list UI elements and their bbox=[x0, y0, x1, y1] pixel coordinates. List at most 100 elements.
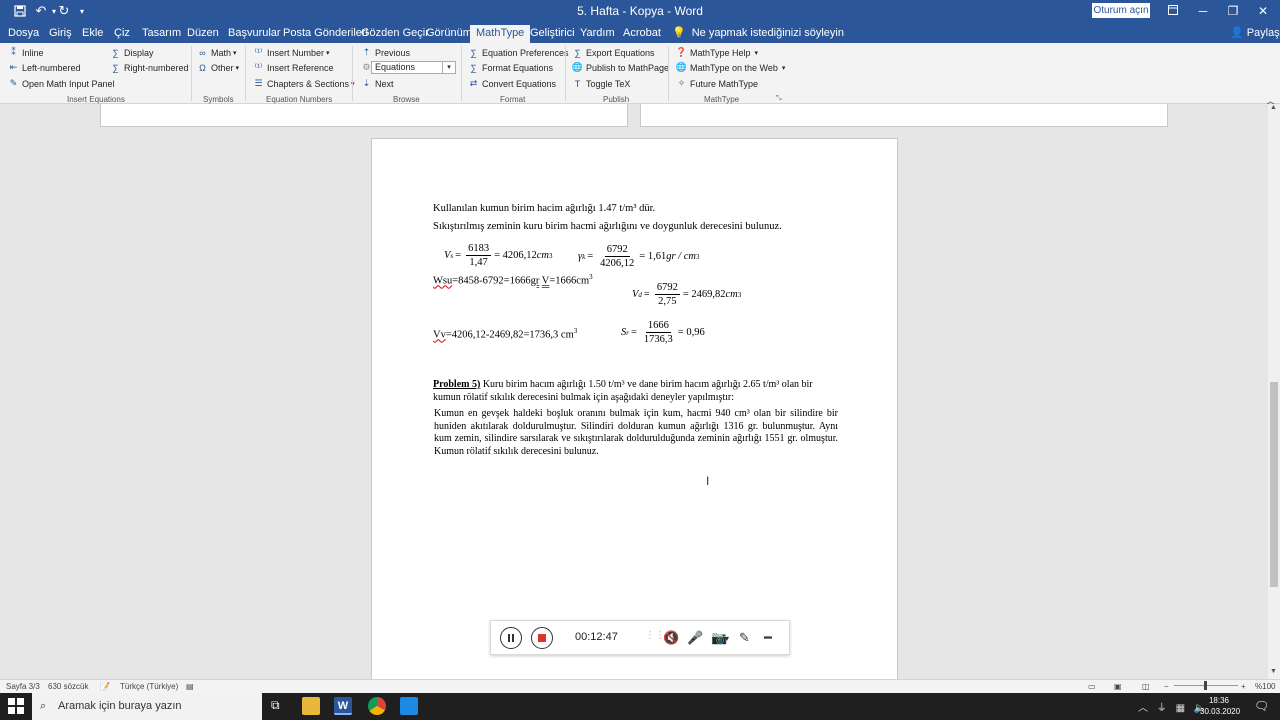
insert-number-dropdown[interactable]: ⁽¹⁾ Insert Number ▾ bbox=[253, 46, 330, 59]
taskbar-search-input[interactable]: ⌕ Aramak için buraya yazın bbox=[32, 693, 262, 720]
sign-in-button[interactable]: Oturum açın bbox=[1092, 3, 1150, 18]
open-math-input-panel-button[interactable]: ✎ Open Math Input Panel bbox=[8, 77, 115, 90]
usb-icon[interactable]: ⏚ bbox=[1157, 703, 1167, 714]
export-equations-button[interactable]: ∑ Export Equations bbox=[572, 46, 654, 59]
taskbar-clock[interactable]: 18:36 30.03.2020 bbox=[1200, 695, 1240, 717]
web-layout-icon[interactable]: ◫ bbox=[1142, 682, 1150, 691]
tray-expand-icon[interactable]: ︿ bbox=[1138, 703, 1148, 714]
eq-vd-numerator: 6792 bbox=[654, 282, 680, 295]
system-tray: ︿ ⏚ ▦ 🔈 bbox=[1138, 699, 1206, 714]
scroll-down-icon[interactable]: ▼ bbox=[1270, 668, 1277, 675]
scrollbar-thumb[interactable] bbox=[1270, 382, 1278, 587]
drag-handle-icon[interactable]: ⋮⋮ bbox=[645, 630, 665, 641]
page-count[interactable]: Sayfa 3/3 bbox=[6, 682, 40, 691]
screen-recorder-app-icon[interactable] bbox=[400, 697, 418, 715]
eq-vs-numerator: 6183 bbox=[466, 243, 492, 256]
zoom-in-icon[interactable]: + bbox=[1241, 682, 1246, 691]
toggle-tex-button[interactable]: T Toggle TeX bbox=[572, 77, 631, 90]
language-indicator[interactable]: Türkçe (Türkiye) bbox=[120, 682, 178, 691]
proofing-icon[interactable]: 📝 bbox=[100, 682, 110, 691]
chevron-down-icon: ▾ bbox=[235, 64, 240, 72]
task-view-icon[interactable]: ⧉ bbox=[271, 698, 280, 713]
tab-dosya[interactable]: Dosya bbox=[2, 25, 45, 43]
vv-power: 3 bbox=[573, 327, 578, 335]
file-explorer-icon[interactable] bbox=[302, 697, 320, 715]
other-symbols-dropdown[interactable]: Ω Other ▾ bbox=[197, 61, 239, 74]
vertical-scrollbar[interactable]: ▲ ▼ bbox=[1268, 104, 1280, 679]
math-symbols-dropdown[interactable]: ∞ Math ▾ bbox=[197, 46, 236, 59]
chevron-down-icon[interactable]: ▾ bbox=[442, 62, 455, 73]
minimize-recorder-icon[interactable]: ━ bbox=[764, 630, 772, 646]
close-icon[interactable]: ✕ bbox=[1252, 2, 1274, 20]
document-page[interactable]: Kullanılan kumun birim hacim ağırlığı 1.… bbox=[371, 138, 898, 679]
tab-tasarim[interactable]: Tasarım bbox=[136, 25, 187, 43]
format-equations-button[interactable]: ∑ Format Equations bbox=[468, 61, 553, 74]
display-button[interactable]: ∑ Display bbox=[110, 46, 153, 59]
future-mathtype-button[interactable]: ✧ Future MathType bbox=[676, 77, 758, 90]
chrome-icon[interactable] bbox=[368, 697, 386, 715]
tab-ekle[interactable]: Ekle bbox=[76, 25, 109, 43]
print-layout-icon[interactable]: ▣ bbox=[1114, 682, 1122, 691]
notifications-icon[interactable]: 🗨 bbox=[1254, 699, 1269, 713]
tab-mathtype[interactable]: MathType bbox=[470, 25, 531, 43]
convert-equations-button[interactable]: ⇄ Convert Equations bbox=[468, 77, 556, 90]
inline-button[interactable]: ⁑ Inline bbox=[8, 46, 43, 59]
read-mode-icon[interactable]: ▭ bbox=[1088, 682, 1096, 691]
previous-button[interactable]: ⇡ Previous bbox=[361, 46, 410, 59]
eq-gk-result: = 1,61 bbox=[639, 251, 667, 262]
equation-preferences-button[interactable]: ∑ Equation Preferences bbox=[468, 46, 568, 59]
next-button[interactable]: ⇣ Next bbox=[361, 77, 394, 90]
equation-vs[interactable]: Vs = 6183 1,47 = 4206,12 cm 3 bbox=[444, 242, 553, 269]
share-button[interactable]: 👤 Paylaş bbox=[1230, 26, 1280, 39]
tell-me-search[interactable]: 💡 Ne yapmak istediğinizi söyleyin bbox=[672, 26, 844, 39]
stop-recording-button[interactable] bbox=[531, 627, 553, 649]
pause-button[interactable] bbox=[500, 627, 522, 649]
math-input-icon: ✎ bbox=[9, 78, 18, 88]
right-numbered-label: Right-numbered bbox=[124, 62, 189, 73]
speaker-muted-icon[interactable]: 🔇 bbox=[663, 630, 679, 646]
tab-ciz[interactable]: Çiz bbox=[108, 25, 136, 43]
macro-recording-icon[interactable]: ▤ bbox=[186, 682, 194, 691]
tab-yardim[interactable]: Yardım bbox=[574, 25, 621, 43]
mathtype-help-dropdown[interactable]: ❓ MathType Help ▾ bbox=[676, 46, 758, 59]
ribbon-display-options-icon[interactable] bbox=[1162, 2, 1184, 20]
equation-sr[interactable]: Sr = 1666 1736,3 = 0,96 bbox=[621, 319, 705, 346]
zoom-slider-thumb[interactable] bbox=[1204, 681, 1207, 690]
word-app-icon[interactable]: W bbox=[334, 697, 352, 715]
chapters-sections-dropdown[interactable]: ☰Chapters & Sections▾ bbox=[253, 77, 354, 90]
equation-vd[interactable]: Vd = 6792 2,75 = 2469,82 cm 3 bbox=[632, 281, 741, 308]
omega-icon: Ω bbox=[199, 62, 206, 73]
publish-mathpage-button[interactable]: 🌐 Publish to MathPage bbox=[572, 61, 669, 74]
screen-recorder-toolbar: 00:12:47 ⋮⋮ 🔇 🎤 📷 ▾ ✎ ━ bbox=[490, 620, 790, 655]
chevron-down-icon[interactable]: ▾ bbox=[725, 634, 729, 643]
zoom-level[interactable]: %100 bbox=[1255, 682, 1275, 691]
tab-gelistirici[interactable]: Geliştirici bbox=[524, 25, 581, 43]
mathtype-on-web-dropdown[interactable]: 🌐 MathType on the Web ▾ bbox=[676, 61, 786, 74]
chapters-sections-label: Chapters & Sections bbox=[267, 78, 350, 89]
pen-annotation-icon[interactable]: ✎ bbox=[739, 630, 750, 646]
windows-start-icon[interactable] bbox=[8, 698, 24, 717]
insert-reference-button[interactable]: ⁽¹⁾ Insert Reference bbox=[253, 61, 334, 74]
window-title: 5. Hafta - Kopya - Word bbox=[577, 4, 703, 18]
left-numbered-button[interactable]: ⇤ Left-numbered bbox=[8, 61, 81, 74]
word-count[interactable]: 630 sözcük bbox=[48, 682, 88, 691]
browse-type-select[interactable]: Equations ▾ bbox=[371, 61, 456, 74]
equation-gamma-k[interactable]: γk = 6792 4206,12 = 1,61 gr / cm 3 bbox=[578, 243, 699, 270]
minimize-icon[interactable]: ─ bbox=[1192, 2, 1214, 20]
wsu-unit: gr bbox=[530, 275, 540, 287]
doc-line-wsu: Wsu=8458-6792=1666gr V=1666cm3 bbox=[433, 273, 593, 287]
tab-giris[interactable]: Giriş bbox=[43, 25, 78, 43]
tab-acrobat[interactable]: Acrobat bbox=[617, 25, 667, 43]
title-bar: ↶ ▾ ↻ ▾ 5. Hafta - Kopya - Word Oturum a… bbox=[0, 0, 1280, 22]
restore-icon[interactable]: ❐ bbox=[1222, 2, 1244, 20]
network-icon[interactable]: ▦ bbox=[1176, 703, 1185, 714]
scroll-up-icon[interactable]: ▲ bbox=[1270, 104, 1277, 111]
microphone-icon[interactable]: 🎤 bbox=[687, 630, 703, 646]
infinity-icon: ∞ bbox=[199, 47, 206, 58]
zoom-out-icon[interactable]: − bbox=[1164, 682, 1169, 691]
tab-duzen[interactable]: Düzen bbox=[181, 25, 225, 43]
list-icon: ☰ bbox=[254, 78, 263, 88]
mathtype-help-label: MathType Help bbox=[690, 47, 751, 58]
dialog-launcher-icon[interactable]: ⤡ bbox=[776, 95, 782, 103]
right-numbered-button[interactable]: ∑ Right-numbered bbox=[110, 61, 189, 74]
